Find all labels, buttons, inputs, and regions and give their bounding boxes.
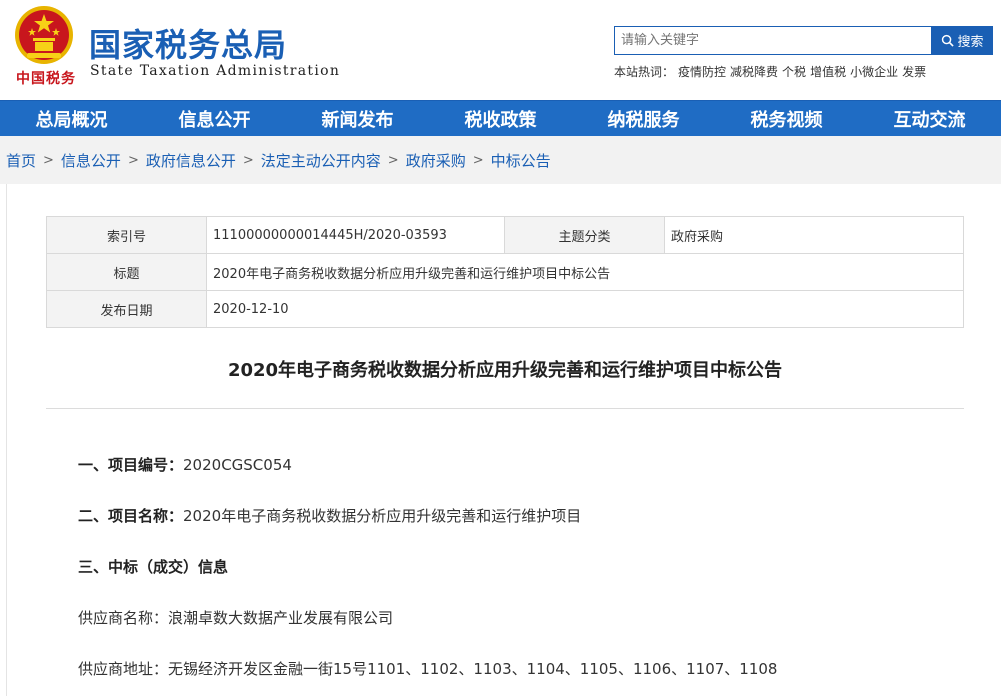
breadcrumb-award-notice[interactable]: 中标公告 — [491, 150, 551, 171]
divider — [46, 408, 964, 409]
breadcrumb-procurement[interactable]: 政府采购 — [406, 150, 466, 171]
section-award-info: 三、中标（成交）信息 — [78, 556, 228, 577]
hot-word-link[interactable]: 小微企业 — [850, 65, 898, 79]
search-button-label: 搜索 — [957, 35, 984, 50]
brand-calligraphy: 中国税务 — [16, 71, 76, 87]
supplier-name: 供应商名称：浪潮卓数大数据产业发展有限公司 — [78, 609, 394, 627]
section-project-name: 二、项目名称：2020年电子商务税收数据分析应用升级完善和运行维护项目 — [78, 505, 581, 526]
supplier-address: 供应商地址：无锡经济开发区金融一街15号1101、1102、1103、1104、… — [78, 660, 778, 678]
breadcrumb-separator: > — [387, 152, 399, 168]
breadcrumb-separator: > — [127, 152, 139, 168]
breadcrumb: 首页 > 信息公开 > 政府信息公开 > 法定主动公开内容 > 政府采购 > 中… — [0, 136, 1001, 184]
section-project-number-label: 一、项目编号： — [78, 456, 184, 474]
breadcrumb-separator: > — [43, 152, 54, 168]
search-input[interactable] — [615, 27, 931, 54]
category-label: 主题分类 — [504, 216, 665, 254]
hot-word-link[interactable]: 增值税 — [810, 65, 846, 79]
breadcrumb-separator: > — [242, 152, 254, 168]
nav-item-taxpayer-service[interactable]: 纳税服务 — [572, 101, 715, 136]
title-label: 标题 — [46, 253, 207, 291]
section-project-name-label: 二、项目名称： — [78, 507, 184, 525]
search-icon — [942, 34, 955, 47]
hot-word-link[interactable]: 疫情防控 — [678, 65, 726, 79]
site-header: 中国税务 国家税务总局 State Taxation Administratio… — [0, 0, 1001, 100]
breadcrumb-separator: > — [472, 152, 484, 168]
search-button[interactable]: 搜索 — [932, 26, 993, 55]
table-row: 标题 2020年电子商务税收数据分析应用升级完善和运行维护项目中标公告 — [46, 253, 964, 291]
site-subtitle: State Taxation Administration — [90, 63, 341, 79]
nav-item-overview[interactable]: 总局概况 — [0, 101, 143, 136]
index-label: 索引号 — [46, 216, 207, 254]
national-emblem-icon[interactable] — [13, 4, 75, 66]
section-project-number-value: 2020CGSC054 — [183, 456, 292, 474]
search-box — [614, 26, 932, 55]
breadcrumb-statutory[interactable]: 法定主动公开内容 — [261, 150, 381, 171]
category-value: 政府采购 — [664, 216, 964, 254]
meta-info-table: 索引号 11100000000014445H/2020-03593 主题分类 政… — [46, 216, 964, 328]
table-row: 发布日期 2020-12-10 — [46, 290, 964, 328]
breadcrumb-home[interactable]: 首页 — [6, 150, 36, 171]
nav-item-news[interactable]: 新闻发布 — [286, 101, 429, 136]
hot-word-link[interactable]: 减税降费 — [730, 65, 778, 79]
section-project-number: 一、项目编号：2020CGSC054 — [78, 454, 292, 475]
site-title[interactable]: 国家税务总局 — [89, 20, 287, 66]
nav-item-info-disclosure[interactable]: 信息公开 — [143, 101, 286, 136]
nav-item-interaction[interactable]: 互动交流 — [858, 101, 1001, 136]
date-label: 发布日期 — [46, 290, 207, 328]
index-value: 11100000000014445H/2020-03593 — [206, 216, 505, 254]
article-title: 2020年电子商务税收数据分析应用升级完善和运行维护项目中标公告 — [227, 360, 783, 381]
section-project-name-value: 2020年电子商务税收数据分析应用升级完善和运行维护项目 — [183, 507, 582, 525]
hot-word-link[interactable]: 发票 — [902, 65, 926, 79]
nav-item-tax-policy[interactable]: 税收政策 — [429, 101, 572, 136]
hot-word-link[interactable]: 个税 — [782, 65, 806, 79]
breadcrumb-info-disclosure[interactable]: 信息公开 — [61, 150, 121, 171]
hot-words: 本站热词： 疫情防控 减税降费 个税 增值税 小微企业 发票 — [614, 63, 930, 80]
title-value: 2020年电子商务税收数据分析应用升级完善和运行维护项目中标公告 — [206, 253, 964, 291]
nav-item-tax-video[interactable]: 税务视频 — [715, 101, 858, 136]
breadcrumb-gov-info[interactable]: 政府信息公开 — [146, 150, 236, 171]
table-row: 索引号 11100000000014445H/2020-03593 主题分类 政… — [46, 216, 964, 254]
main-nav: 总局概况 信息公开 新闻发布 税收政策 纳税服务 税务视频 互动交流 — [0, 100, 1001, 136]
section-award-info-label: 三、中标（成交）信息 — [78, 558, 229, 576]
hot-words-label: 本站热词： — [614, 65, 675, 79]
date-value: 2020-12-10 — [206, 290, 964, 328]
